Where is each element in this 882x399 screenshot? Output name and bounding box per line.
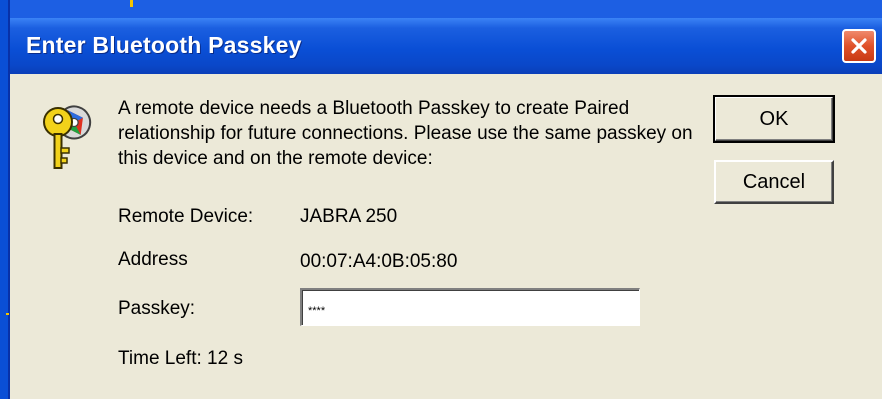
frame-marker (6, 313, 9, 315)
time-left-text: Time Left: 12 s (118, 348, 243, 369)
title-bar[interactable]: Enter Bluetooth Passkey (10, 18, 882, 74)
passkey-input[interactable] (300, 288, 640, 326)
address-value: 00:07:A4:0B:05:80 (300, 251, 458, 272)
remote-device-label: Remote Device: (118, 206, 254, 227)
remote-device-value: JABRA 250 (300, 206, 398, 227)
window-title: Enter Bluetooth Passkey (26, 32, 302, 58)
dialog-message: A remote device needs a Bluetooth Passke… (118, 98, 693, 169)
address-label: Address (118, 249, 188, 270)
close-icon (851, 38, 867, 54)
cancel-button[interactable]: Cancel (714, 160, 834, 204)
window-frame-left (0, 0, 10, 399)
keys-icon (36, 96, 104, 176)
background-marker (130, 0, 133, 7)
background-window-strip (0, 0, 882, 18)
close-button[interactable] (842, 29, 876, 63)
passkey-label: Passkey: (118, 298, 196, 319)
ok-button[interactable]: OK (713, 95, 835, 143)
